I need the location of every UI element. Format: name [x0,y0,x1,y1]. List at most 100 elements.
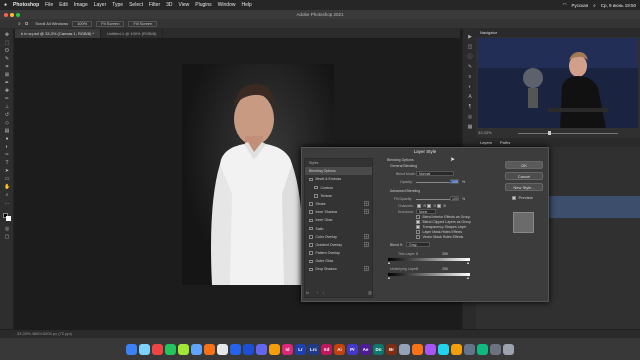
style-item[interactable]: Stroke + [305,200,372,208]
check-layer-mask-hides[interactable]: Layer Mask Hides Effects [416,230,462,234]
style-item[interactable]: Drop Shadow + [305,265,372,273]
dock-app-icon[interactable] [490,343,501,355]
underlying-white-slider[interactable]: ▲ [466,275,470,280]
play-icon[interactable]: ▶ [467,34,473,40]
info-icon[interactable]: ⓘ [467,54,473,60]
quick-mask-icon[interactable]: ◎ [4,227,10,232]
style-checkbox[interactable] [309,267,313,272]
dock-app-icon[interactable]: Dn [373,343,384,355]
dock-app-icon[interactable] [243,343,254,355]
more-tools-icon[interactable]: … [4,201,10,206]
style-checkbox[interactable] [309,251,313,255]
preview-checkbox[interactable]: Preview [512,195,533,200]
menu-filter[interactable]: Filter [149,2,160,8]
channel-g[interactable]: G [427,204,436,208]
dock-app-icon[interactable]: Lrc [308,343,319,355]
dock-app-icon[interactable] [165,343,176,355]
dock-app-icon[interactable] [191,343,202,355]
style-item[interactable]: Outer Glow [305,257,372,265]
style-item[interactable]: Gradient Overlay + [305,241,372,249]
underlying-black-slider[interactable]: ▲ [387,275,391,280]
new-style-button[interactable]: New Style... [505,183,543,191]
zoom-100-button[interactable]: 100% [72,20,93,27]
clock[interactable]: Ср, 9 июнь 19:50 [601,3,636,8]
healing-tool-icon[interactable]: ✚ [4,89,10,94]
ok-button[interactable]: OK [505,161,543,169]
arrow-down-icon[interactable]: ↓ [322,290,324,295]
channel-b[interactable]: B [437,204,446,208]
libraries-icon[interactable]: ▦ [467,124,473,130]
this-layer-gradient[interactable] [388,258,470,261]
blend-if-select[interactable]: Gray [406,242,430,247]
channel-r[interactable]: R [417,204,426,208]
style-checkbox[interactable] [314,194,318,198]
type-tool-icon[interactable]: T [4,161,10,166]
dock-app-icon[interactable] [269,343,280,355]
menu-image[interactable]: Image [74,2,88,8]
zoom-slider-thumb[interactable] [548,131,551,135]
tab-document-2[interactable]: Untitled-1 @ 100% (RGB/8) [101,29,164,38]
menu-3d[interactable]: 3D [166,2,172,8]
dock-app-icon[interactable]: Ae [360,343,371,355]
properties-icon[interactable]: ≡ [467,74,473,80]
dock-app-icon[interactable]: Ai [334,343,345,355]
tab-paths[interactable]: Paths [500,138,510,147]
quick-select-tool-icon[interactable]: ✎ [4,57,10,62]
style-item[interactable]: Pattern Overlay [305,249,372,257]
opacity-field[interactable]: 100 [450,179,459,184]
style-checkbox[interactable] [309,235,313,239]
screen-mode-icon[interactable]: ▢ [4,235,10,240]
style-checkbox[interactable] [314,185,318,190]
style-checkbox[interactable] [309,202,313,206]
fit-screen-button[interactable]: Fit Screen [96,20,125,27]
navigator-preview[interactable] [478,38,638,128]
underlying-gradient[interactable] [388,273,470,276]
menu-layer[interactable]: Layer [94,2,107,8]
fill-opacity-field[interactable]: 100 [450,196,459,201]
tab-document-1[interactable]: b in w.psd @ 33,3% (Canvas 1, RGB/8) * [15,29,101,38]
background-color-swatch[interactable] [6,216,11,221]
tab-layers[interactable]: Layers [480,138,492,147]
eraser-tool-icon[interactable]: ◇ [4,121,10,126]
this-layer-black-slider[interactable]: ▲ [387,260,391,265]
history-brush-tool-icon[interactable]: ↺ [4,113,10,118]
cancel-button[interactable]: Cancel [505,172,543,180]
blend-mode-select[interactable]: Normal [416,171,454,176]
zoom-slider[interactable] [518,133,618,134]
dock-app-icon[interactable] [230,343,241,355]
scroll-all-checkbox[interactable] [24,21,29,26]
blur-tool-icon[interactable]: ● [4,137,10,142]
dock-app-icon[interactable]: Lr [295,343,306,355]
frame-tool-icon[interactable]: ⊠ [4,73,10,78]
style-checkbox[interactable] [309,177,313,182]
brush-settings-icon[interactable]: ✎ [467,64,473,70]
style-item[interactable]: Blending Options [305,167,372,176]
dock-app-icon[interactable] [217,343,228,355]
stamp-tool-icon[interactable]: ⊥ [4,105,10,110]
dock-app-icon[interactable] [503,343,514,355]
style-item[interactable]: Inner Glow [305,216,372,224]
trash-icon[interactable]: ▥ [368,290,372,295]
brush-tool-icon[interactable]: ✏ [4,97,10,102]
path-select-tool-icon[interactable]: ➤ [4,169,10,174]
menu-file[interactable]: File [45,2,53,8]
dock-app-icon[interactable] [438,343,449,355]
crop-tool-icon[interactable]: ⌗ [4,65,10,70]
style-item[interactable]: Texture [305,192,372,200]
dock-app-icon[interactable]: Xd [321,343,332,355]
menu-edit[interactable]: Edit [59,2,68,8]
paragraph-icon[interactable]: ¶ [467,104,473,110]
marquee-tool-icon[interactable]: ⬚ [4,41,10,46]
dock-app-icon[interactable] [412,343,423,355]
dock-app-icon[interactable] [425,343,436,355]
dock-app-icon[interactable]: Pr [347,343,358,355]
add-style-icon[interactable]: + [364,233,369,239]
fill-opacity-slider[interactable] [416,199,452,200]
input-language[interactable]: Русская [572,3,589,8]
eyedropper-tool-icon[interactable]: ✒ [4,81,10,86]
shape-tool-icon[interactable]: ▭ [4,177,10,182]
style-checkbox[interactable] [309,243,313,247]
dock-app-icon[interactable]: Id [282,343,293,355]
character-icon[interactable]: A [467,94,473,100]
gradient-tool-icon[interactable]: ▤ [4,129,10,134]
